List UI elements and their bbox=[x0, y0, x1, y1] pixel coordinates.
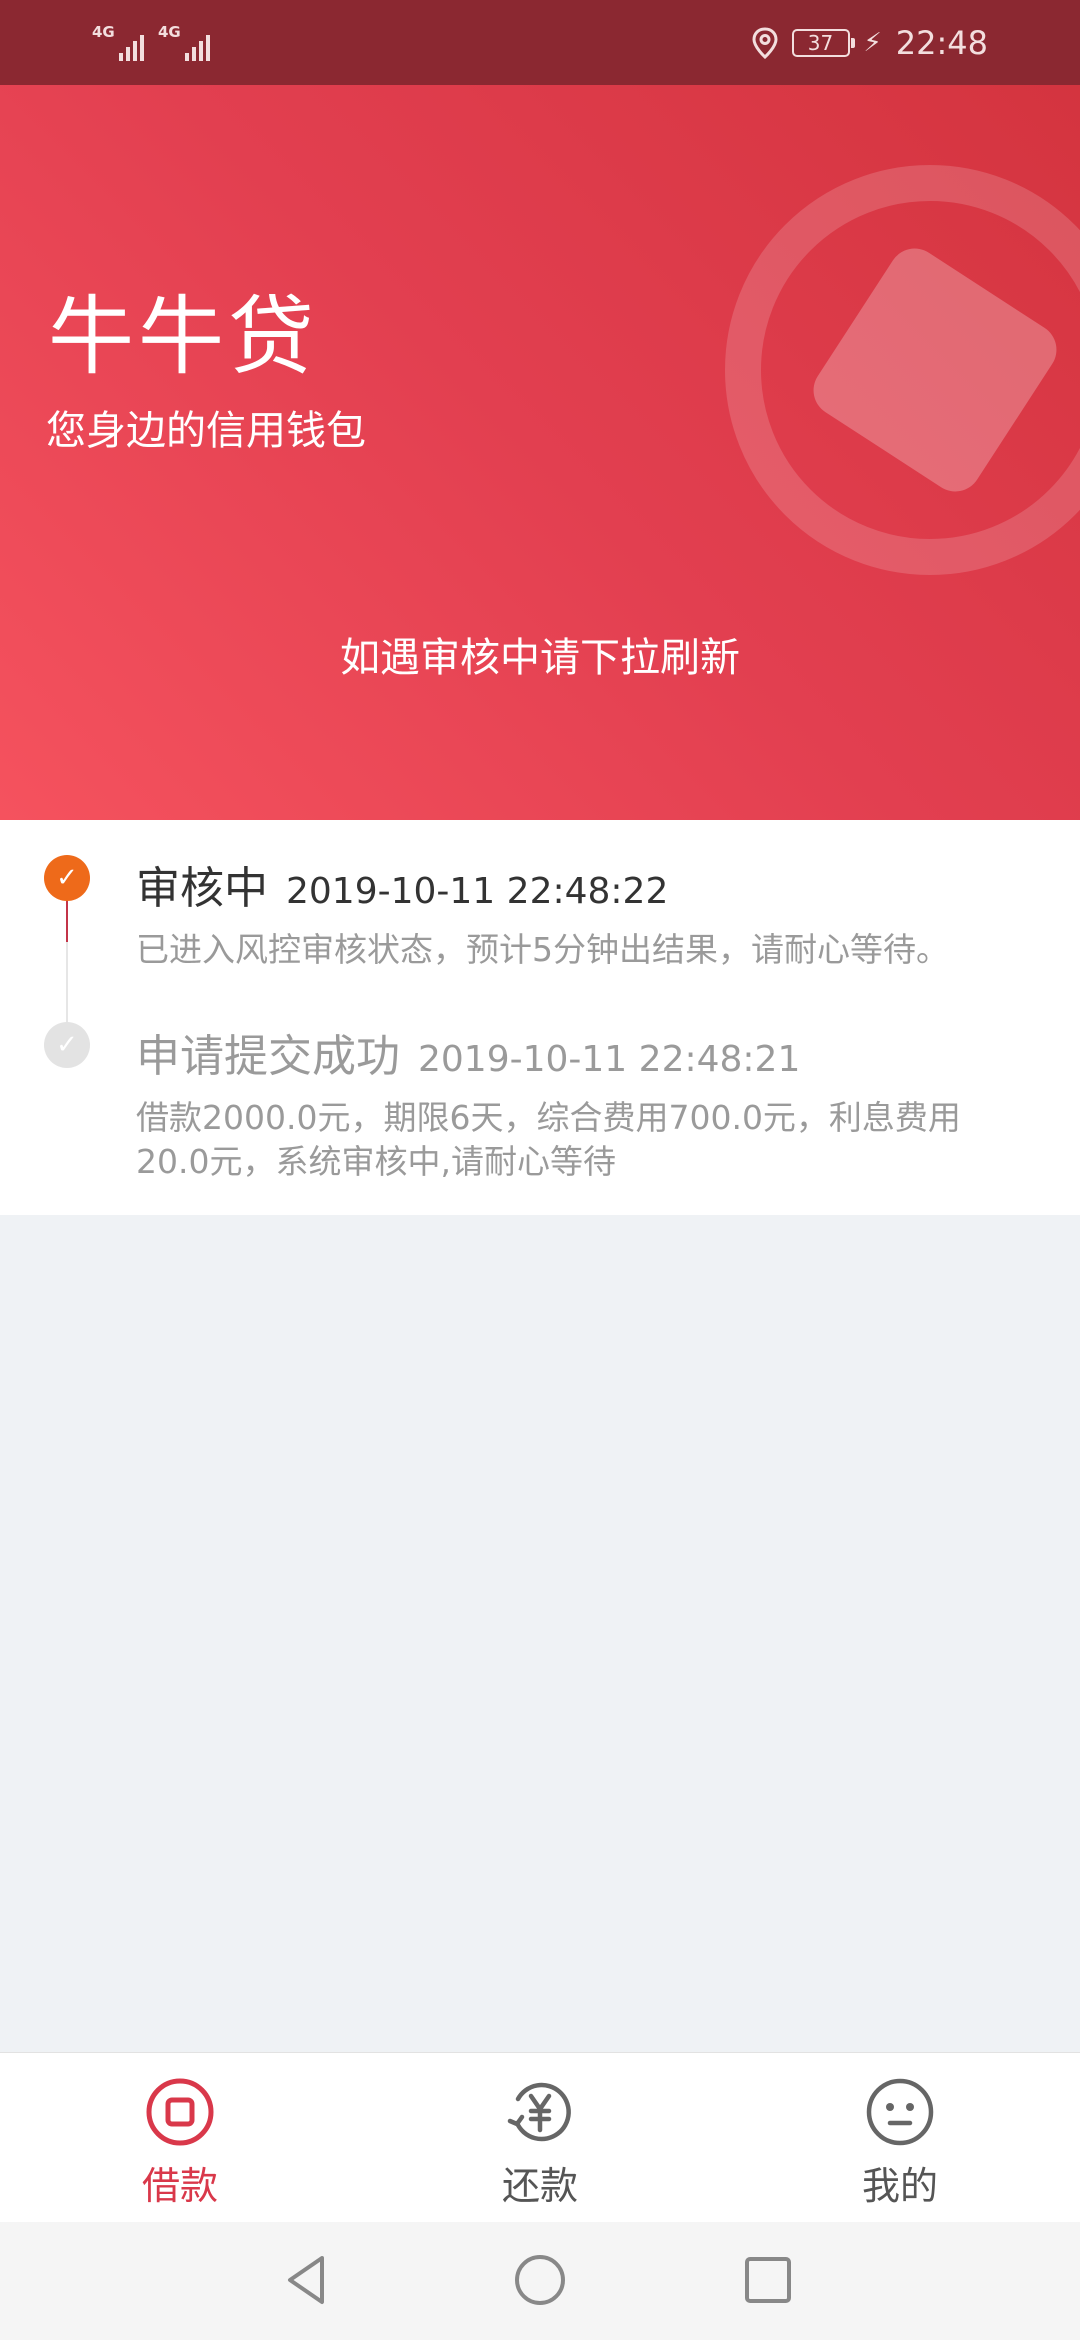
refresh-hint: 如遇审核中请下拉刷新 bbox=[340, 635, 740, 681]
face-icon bbox=[866, 2078, 934, 2146]
tab-mine[interactable]: 我的 bbox=[720, 2053, 1080, 2222]
tab-label: 我的 bbox=[861, 2164, 938, 2208]
sim1-network-label: 4G bbox=[92, 22, 115, 41]
check-icon: ✓ bbox=[44, 1022, 90, 1068]
charging-icon: ⚡ bbox=[863, 27, 882, 58]
step-description: 已进入风控审核状态，预计5分钟出结果，请耐心等待。 bbox=[136, 930, 949, 969]
location-icon bbox=[752, 26, 778, 59]
tab-repay[interactable]: 还款 bbox=[360, 2053, 720, 2222]
recent-apps-square-icon[interactable] bbox=[738, 2250, 798, 2310]
system-navigation-bar bbox=[0, 2222, 1080, 2340]
timeline-step-header: 审核中 2019-10-11 22:48:22 bbox=[136, 852, 668, 916]
status-bar: 4G 4G 37 ⚡ 22:48 bbox=[0, 0, 1080, 85]
app-title: 牛牛贷 bbox=[48, 287, 318, 387]
signal-bars-icon bbox=[185, 34, 210, 61]
loan-icon bbox=[146, 2078, 214, 2146]
status-time: 22:48 bbox=[895, 23, 988, 62]
status-right: 37 ⚡ 22:48 bbox=[752, 24, 988, 62]
step-label: 申请提交成功 bbox=[136, 1031, 400, 1082]
repay-yen-icon bbox=[507, 2082, 571, 2142]
tab-loan[interactable]: 借款 bbox=[0, 2053, 360, 2222]
hero-banner: 牛牛贷 您身边的信用钱包 如遇审核中请下拉刷新 bbox=[0, 85, 1080, 820]
tab-label: 还款 bbox=[501, 2164, 578, 2208]
step-description: 借款2000.0元，期限6天，综合费用700.0元，利息费用20.0元，系统审核… bbox=[136, 1098, 961, 1181]
tab-label: 借款 bbox=[141, 2164, 218, 2208]
step-time: 2019-10-11 22:48:21 bbox=[418, 1039, 801, 1080]
bottom-tab-bar: 借款 还款 我的 bbox=[0, 2052, 1080, 2222]
app-subtitle: 您身边的信用钱包 bbox=[46, 408, 366, 454]
step-time: 2019-10-11 22:48:22 bbox=[286, 871, 669, 912]
sim2-network-label: 4G bbox=[158, 22, 181, 41]
step-label: 审核中 bbox=[136, 863, 268, 914]
check-icon: ✓ bbox=[44, 855, 90, 901]
sim1-signal: 4G bbox=[92, 23, 144, 63]
application-timeline: ✓ 审核中 2019-10-11 22:48:22 已进入风控审核状态，预计5分… bbox=[0, 820, 1080, 1215]
back-triangle-icon[interactable] bbox=[278, 2250, 338, 2310]
app-screen: 4G 4G 37 ⚡ 22:48 牛牛贷 您身边的信用钱包 如遇审核中请下拉刷新 bbox=[0, 0, 1080, 2340]
home-circle-icon[interactable] bbox=[510, 2250, 570, 2310]
battery-icon: 37 bbox=[791, 28, 855, 57]
timeline-step-header: 申请提交成功 2019-10-11 22:48:21 bbox=[136, 1020, 800, 1084]
signal-bars-icon bbox=[119, 34, 144, 61]
sim2-signal: 4G bbox=[158, 23, 210, 63]
signal-indicators: 4G 4G bbox=[92, 23, 210, 63]
